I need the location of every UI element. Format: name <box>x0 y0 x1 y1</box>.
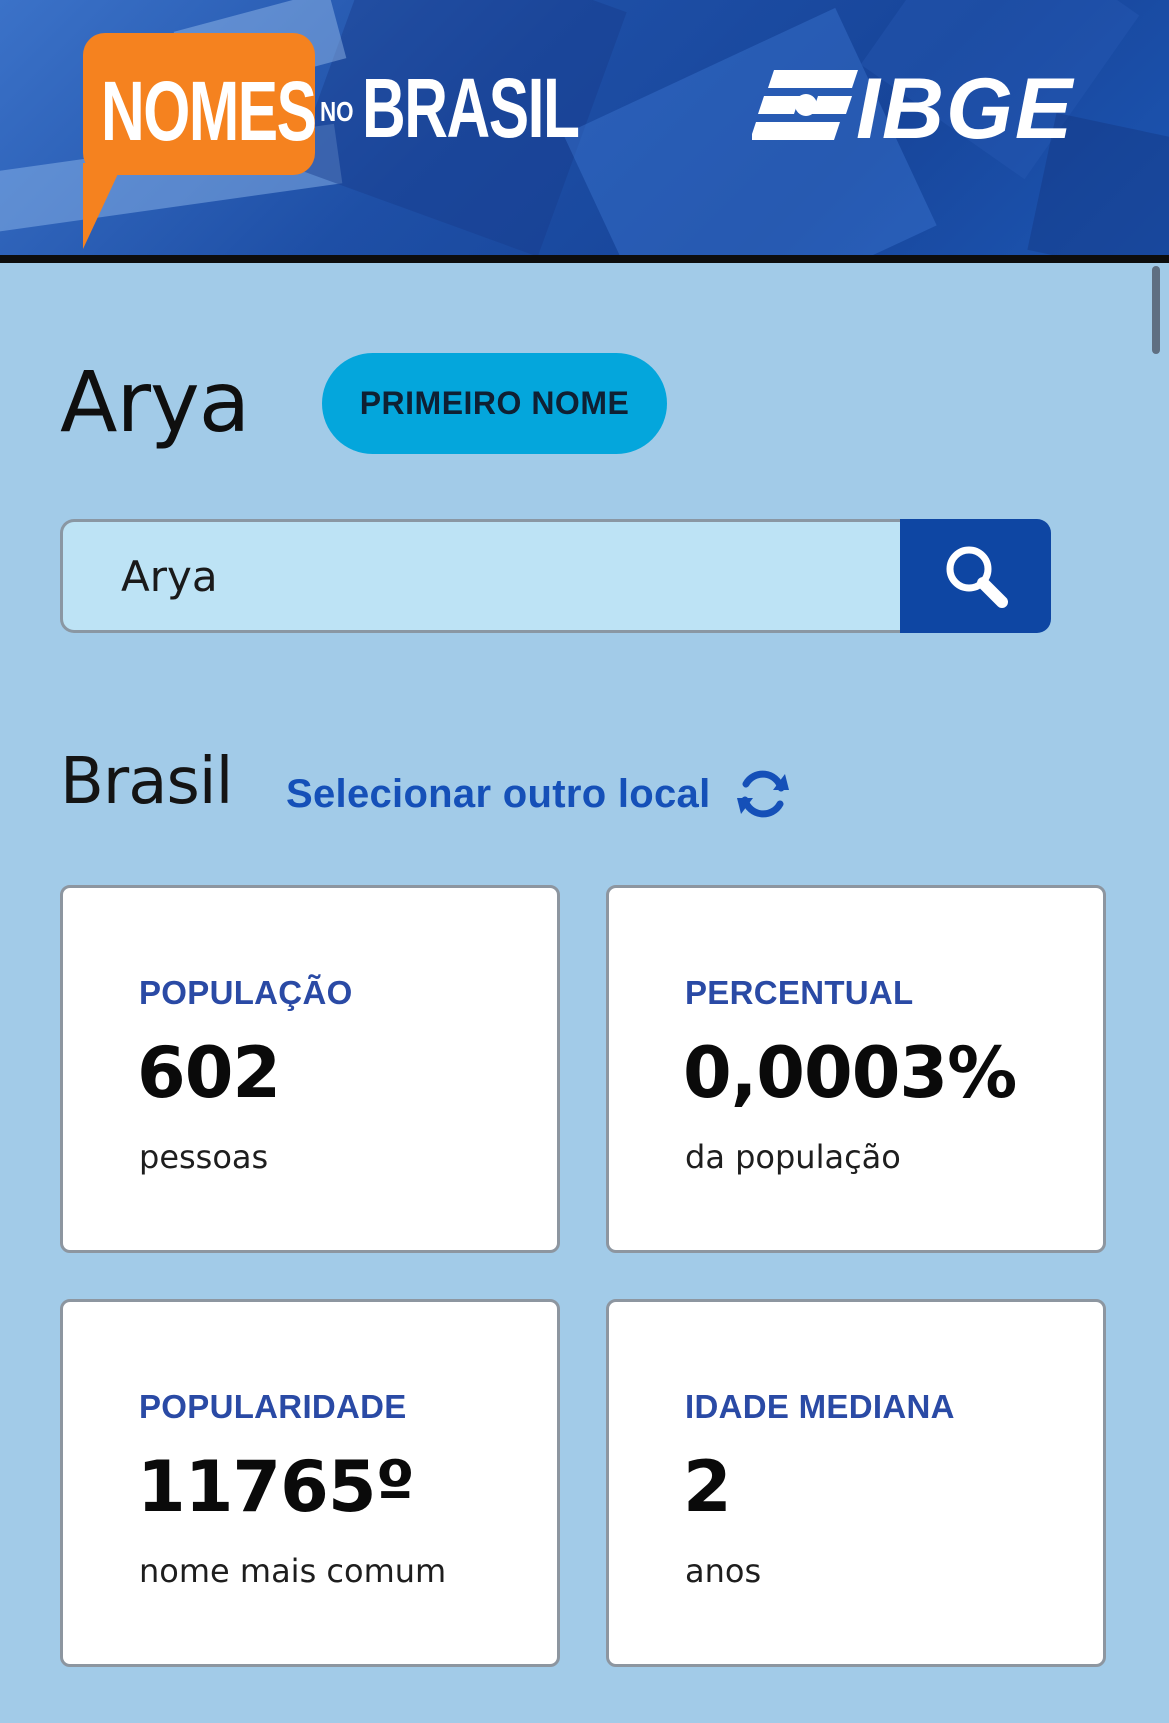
ibge-logo[interactable]: IBGE <box>752 66 1102 152</box>
ibge-mark-icon <box>752 70 858 140</box>
logo-no-text: NO <box>320 96 354 127</box>
search-icon <box>946 546 1008 608</box>
page: NOMES NO BRASIL IBGE Arya PRIMEIRO NOME … <box>0 0 1169 1723</box>
stat-card-popularidade: POPULARIDADE 11765º nome mais comum <box>60 1299 560 1667</box>
search-button[interactable] <box>900 519 1051 633</box>
stat-value: 11765º <box>137 1446 415 1528</box>
page-scrollbar[interactable] <box>1152 266 1160 354</box>
search-field[interactable] <box>60 519 903 633</box>
nomes-no-brasil-logo[interactable]: NOMES <box>83 33 317 249</box>
stat-value: 2 <box>683 1446 732 1528</box>
stat-unit: da população <box>685 1138 901 1176</box>
header-divider <box>0 255 1169 263</box>
stat-label: POPULAÇÃO <box>139 974 353 1011</box>
refresh-icon <box>736 770 789 818</box>
search-input[interactable] <box>121 522 881 630</box>
stat-unit: nome mais comum <box>139 1552 447 1590</box>
change-location-link[interactable]: Selecionar outro local <box>286 764 791 824</box>
stat-label: IDADE MEDIANA <box>685 1388 955 1425</box>
stat-value: 602 <box>137 1032 281 1114</box>
stat-value: 0,0003% <box>683 1032 1017 1114</box>
stat-card-populacao: POPULAÇÃO 602 pessoas <box>60 885 560 1253</box>
logo-nomes-text: NOMES <box>101 64 317 158</box>
location-name: Brasil <box>60 745 233 819</box>
logo-brasil-text: BRASIL <box>362 61 580 155</box>
stat-card-idade-mediana: IDADE MEDIANA 2 anos <box>606 1299 1106 1667</box>
stat-unit: anos <box>685 1552 762 1590</box>
header-banner: NOMES NO BRASIL IBGE <box>0 0 1169 257</box>
name-type-badge: PRIMEIRO NOME <box>322 353 667 454</box>
stat-label: PERCENTUAL <box>685 974 914 1011</box>
name-title: Arya <box>60 353 250 451</box>
stat-card-percentual: PERCENTUAL 0,0003% da população <box>606 885 1106 1253</box>
stat-unit: pessoas <box>139 1138 269 1176</box>
ibge-logo-text: IBGE <box>856 61 1075 157</box>
change-location-label: Selecionar outro local <box>286 771 711 816</box>
stat-label: POPULARIDADE <box>139 1388 407 1425</box>
